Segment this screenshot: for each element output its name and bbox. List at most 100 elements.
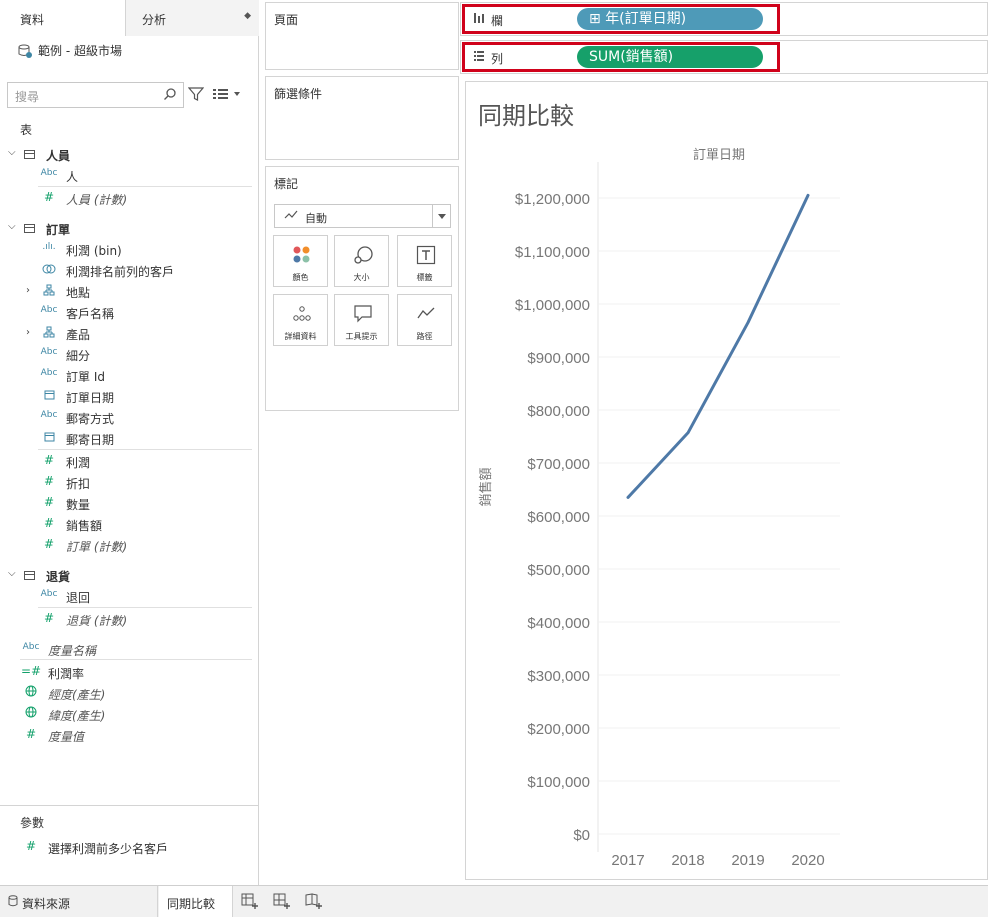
y-tick-label: $1,200,000 [515,191,590,208]
divider [20,659,252,660]
filters-card[interactable]: 篩選條件 [265,76,459,160]
hierarchy-icon [38,326,60,341]
chevron-right-icon[interactable]: › [26,285,30,296]
globe-icon [20,706,42,721]
tables-header: 表 [20,123,33,137]
color-icon [292,245,312,265]
mark-type-value: 自動 [305,212,327,225]
chevron-down-icon[interactable] [432,205,450,227]
string-type-icon: Abc [40,168,58,178]
measure-type-icon: # [43,611,55,625]
path-label: 路徑 [416,332,433,341]
size-button[interactable]: 大小 [334,235,389,287]
field-label: 退回 [66,591,91,605]
path-button[interactable]: 路徑 [397,294,452,346]
table-group-people[interactable]: ⌵ 人員 [0,145,258,165]
line-chart-icon [284,209,298,224]
chevron-down-icon[interactable]: ⌵ [8,221,16,232]
string-type-icon: Abc [40,347,58,357]
field-label: 折扣 [66,477,91,491]
measure-type-icon: # [43,474,55,488]
detail-icon [292,304,312,324]
divider [38,449,252,450]
chart-view[interactable]: 同期比較 $0 $100,000 $200,000 $300,000 $400,000 $… [465,81,988,880]
y-tick-label: $900,000 [527,350,590,367]
chevron-right-icon[interactable]: › [26,327,30,338]
line-chart[interactable]: $0 $100,000 $200,000 $300,000 $400,000 $500,0… [466,82,987,879]
string-type-icon: Abc [22,642,40,652]
measure-type-icon: # [25,839,37,853]
new-worksheet-icon[interactable] [240,892,262,912]
bin-icon: .ılı. [42,242,56,252]
chevron-down-icon[interactable]: ⌵ [8,568,16,579]
y-tick-label: $0 [573,827,590,844]
field-label: 人員 (計數) [66,193,128,207]
highlight-box [462,42,780,72]
search-icon [163,87,177,104]
y-tick-label: $500,000 [527,562,590,579]
color-button[interactable]: 顏色 [273,235,328,287]
pages-card[interactable]: 頁面 [265,2,459,70]
globe-icon [20,685,42,700]
rows-shelf[interactable]: 列 SUM(銷售額) [460,40,988,74]
label-button[interactable]: 標籤 [397,235,452,287]
tooltip-button[interactable]: 工具提示 [334,294,389,346]
mark-type-dropdown[interactable]: 自動 [274,204,451,228]
table-icon [24,150,35,159]
chevron-down-icon[interactable]: ⌵ [8,147,16,158]
tab-analysis-label: 分析 [142,13,167,27]
tab-sort-icon[interactable]: ◆ [244,11,251,21]
field-label: 訂單日期 [66,391,115,405]
label-label: 標籤 [416,273,433,282]
search-input[interactable]: 搜尋 [7,82,184,108]
field-label: 地點 [66,286,91,300]
list-view-icon[interactable] [212,88,242,103]
datasource-name: 範例 - 超級市場 [38,44,122,58]
tab-analysis[interactable]: 分析 ◆ [126,0,259,36]
table-name: 訂單 [46,223,71,237]
datasource-item[interactable]: 範例 - 超級市場 [18,42,122,59]
y-axis-title: 銷售額 [478,467,494,506]
detail-button[interactable]: 詳細資料 [273,294,328,346]
new-dashboard-icon[interactable] [272,892,294,912]
calendar-icon [38,431,60,445]
field-label: 退貨 (計數) [66,614,128,628]
table-group-returns[interactable]: ⌵ 退貨 [0,566,258,586]
y-tick-label: $100,000 [527,774,590,791]
measure-type-icon: # [25,727,37,741]
datasource-tab[interactable]: 資料來源 [0,886,158,917]
path-icon [416,304,436,324]
hierarchy-icon [38,284,60,299]
y-tick-label: $400,000 [527,615,590,632]
tableau-workspace: 資料 分析 ◆ 範例 - 超級市場 搜尋 表 ⌵ 人員 Abc 人 # 人員 (… [0,0,988,923]
x-axis-title: 訂單日期 [693,147,745,163]
x-tick-label: 2018 [671,852,704,869]
measure-type-icon: # [43,516,55,530]
search-placeholder: 搜尋 [15,90,40,104]
y-tick-label: $300,000 [527,668,590,685]
series-line [626,193,810,499]
data-pane: 資料 分析 ◆ 範例 - 超級市場 搜尋 表 ⌵ 人員 Abc 人 # 人員 (… [0,0,259,885]
field-label: 銷售額 [66,519,103,533]
field-label: 利潤 [66,456,91,470]
set-icon [38,263,60,278]
sheet-tab-label: 同期比較 [167,897,216,911]
calendar-icon [38,389,60,403]
measure-type-icon: # [43,190,55,204]
highlight-box [462,4,780,34]
detail-label: 詳細資料 [284,332,317,341]
tab-data[interactable]: 資料 [0,0,126,37]
sheet-tab[interactable]: 同期比較 [159,886,233,917]
string-type-icon: Abc [40,589,58,599]
field-label: 細分 [66,349,91,363]
parameters-header: 參數 [20,816,45,830]
marks-card: 標記 自動 顏色 大小 標籤 詳細資料 工具提示 路徑 [265,166,459,411]
filter-icon[interactable] [187,86,205,105]
measure-type-icon: # [43,537,55,551]
columns-shelf[interactable]: 欄 ⊞ 年(訂單日期) [460,2,988,36]
divider [38,186,252,187]
table-group-orders[interactable]: ⌵ 訂單 [0,219,258,239]
new-story-icon[interactable] [304,892,326,912]
y-tick-label: $600,000 [527,509,590,526]
field-label: 利潤率 [48,667,85,681]
